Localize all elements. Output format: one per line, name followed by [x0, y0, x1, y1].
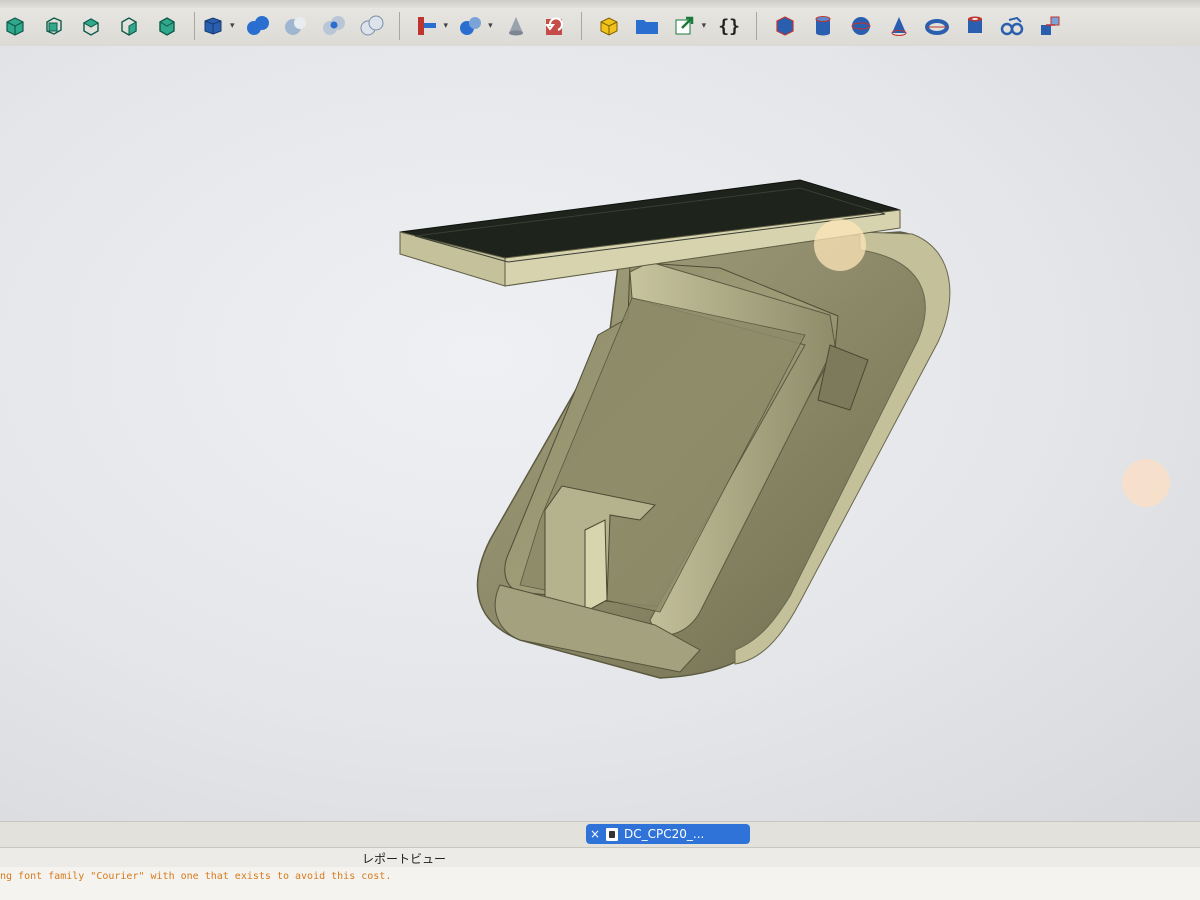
latch-front [584, 519, 608, 613]
primitives-icon [1041, 16, 1060, 35]
booleans-button[interactable] [456, 11, 486, 41]
spheres-common-icon [322, 16, 345, 35]
cube-right-icon [121, 17, 137, 36]
glare-spot [1122, 459, 1170, 507]
cube-front-icon [46, 17, 62, 35]
report-view-title: レポートビュー [362, 852, 447, 866]
close-tab-icon[interactable]: × [586, 827, 604, 841]
document-tab[interactable]: × DC_CPC20_... [586, 824, 750, 844]
report-message: ng font family "Courier" with one that e… [0, 871, 392, 882]
union-button[interactable] [243, 11, 273, 41]
box-icon [204, 17, 222, 35]
shape-builder-icon [1000, 16, 1024, 36]
main-toolbar: ▾ ▾ ▾ ▾ {} [0, 0, 1200, 47]
part-tools-group: ▾ ▾ ▾ ▾ {} [198, 8, 761, 44]
clip-body [476, 231, 951, 679]
undo-button[interactable] [539, 11, 569, 41]
spheres-boolean-icon [460, 17, 482, 35]
measure-icon [417, 17, 436, 35]
yellow-part-icon [600, 17, 618, 36]
cube-rear-icon [159, 17, 175, 36]
toolbar-separator [194, 12, 195, 40]
braces-icon: {} [718, 15, 740, 37]
torus-icon [925, 19, 949, 35]
sphere-cut-icon [284, 17, 306, 35]
torus-primitive-button[interactable] [922, 11, 952, 41]
view-iso-button[interactable] [0, 11, 30, 41]
revolve-button[interactable] [501, 11, 531, 41]
cone-primitive-button[interactable] [884, 11, 914, 41]
glare-spot [814, 219, 866, 271]
cut-button[interactable] [281, 11, 311, 41]
measure-button[interactable] [412, 11, 442, 41]
fragments-button[interactable] [357, 11, 387, 41]
view-right-button[interactable] [114, 11, 144, 41]
export-icon [675, 16, 693, 35]
tube-primitive-button[interactable] [960, 11, 990, 41]
upper-toolbar-strip [0, 0, 1200, 8]
folder-button[interactable] [632, 11, 662, 41]
cone-icon [508, 17, 523, 36]
report-view-panel[interactable]: ng font family "Courier" with one that e… [0, 867, 1200, 900]
cylinder-icon [815, 16, 831, 36]
chevron-down-icon[interactable]: ▾ [444, 21, 449, 31]
toolbar-separator [580, 12, 582, 40]
tube-icon [968, 16, 982, 33]
draw-style-button[interactable] [198, 11, 228, 41]
chevron-down-icon[interactable]: ▾ [230, 21, 235, 31]
view-rear-button[interactable] [152, 11, 182, 41]
cylinder-primitive-button[interactable] [808, 11, 838, 41]
report-view-header: レポートビュー [0, 847, 1200, 868]
export-button[interactable] [670, 11, 700, 41]
sphere-icon [851, 17, 871, 35]
cube-iso-icon [6, 17, 24, 36]
chevron-down-icon[interactable]: ▾ [488, 21, 493, 31]
sphere-primitive-button[interactable] [846, 11, 876, 41]
primitives-group [770, 8, 1066, 44]
chevron-down-icon[interactable]: ▾ [702, 21, 707, 31]
common-button[interactable] [319, 11, 349, 41]
cone-red-icon [891, 17, 907, 36]
document-file-icon [606, 827, 618, 841]
folder-icon [635, 20, 658, 34]
blue-box-icon [776, 16, 794, 36]
view-front-button[interactable] [38, 11, 68, 41]
toolbar-separator [398, 12, 400, 40]
spheres-union-icon [246, 16, 269, 35]
cube-top-icon [82, 18, 100, 36]
3d-viewport[interactable] [0, 46, 1200, 821]
view-buttons-group [0, 8, 199, 44]
spheres-outline-icon [360, 15, 384, 36]
toolbar-separator [756, 12, 758, 40]
box-primitive-button[interactable] [770, 11, 800, 41]
document-tab-label: DC_CPC20_... [624, 827, 705, 841]
3d-model[interactable] [0, 46, 1200, 821]
document-tab-bar: × DC_CPC20_... [0, 821, 1200, 848]
macro-button[interactable]: {} [714, 11, 744, 41]
part-button[interactable] [594, 11, 624, 41]
primitives-dialog-button[interactable] [1036, 11, 1066, 41]
shape-builder-button[interactable] [998, 11, 1028, 41]
undo-icon [544, 17, 563, 35]
view-top-button[interactable] [76, 11, 106, 41]
